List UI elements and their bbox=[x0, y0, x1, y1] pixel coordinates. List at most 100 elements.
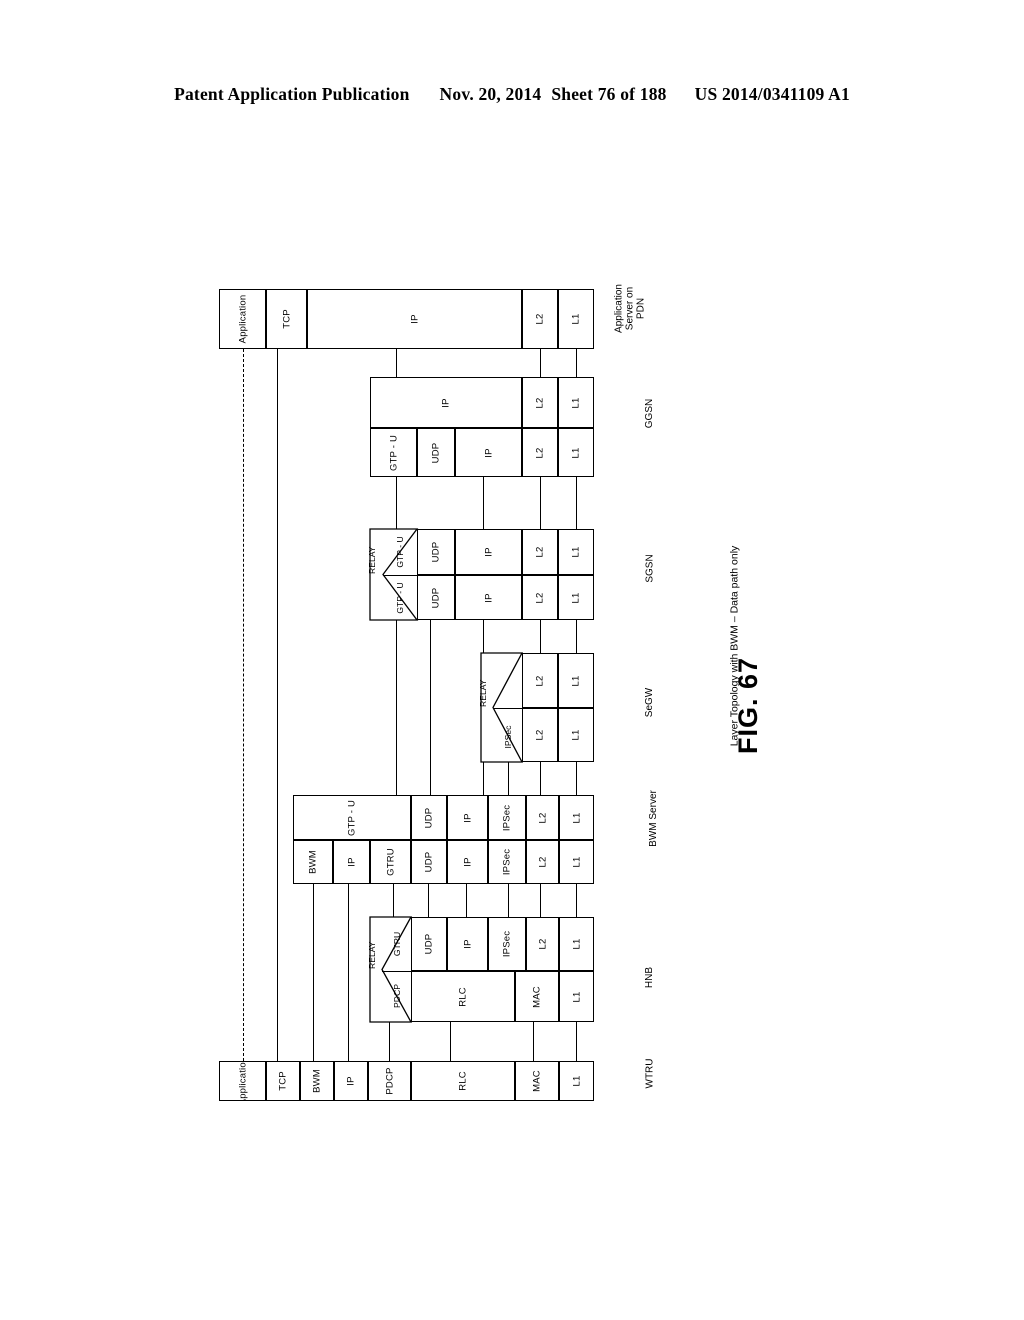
relay-sgsn-label: RELAY bbox=[367, 546, 377, 574]
cell-hnb-gtru-label: GTRU bbox=[392, 931, 402, 957]
cell-segw-l1-upper: L1 bbox=[558, 653, 594, 708]
connector-l1-hnb-wtru bbox=[576, 1022, 578, 1061]
node-label-app-server: Application Server on PDN bbox=[613, 284, 647, 333]
connector-l2-sgsn-segw bbox=[540, 620, 542, 653]
cell-bwm-l1-lower: L1 bbox=[559, 840, 594, 884]
connector-ip-appserver-ggsn bbox=[396, 349, 398, 377]
cell-hnb-rlc-lower: RLC bbox=[411, 971, 515, 1022]
cell-sgsn-udp-lower: UDP bbox=[417, 575, 455, 620]
node-label-sgsn: SGSN bbox=[644, 554, 656, 583]
cell-wtru-tcp: TCP bbox=[266, 1061, 300, 1101]
cell-bwm-l1-upper: L1 bbox=[559, 795, 594, 840]
cell-bwm-udp-upper: UDP bbox=[411, 795, 447, 840]
cell-bwm-ip-lower2: IP bbox=[447, 840, 488, 884]
cell-bwm-udp-lower: UDP bbox=[411, 840, 447, 884]
node-label-wtru: WTRU bbox=[644, 1058, 656, 1089]
connector-l2-ggsn-sgsn bbox=[540, 477, 542, 529]
cell-ggsn-ip-lower: IP bbox=[455, 428, 522, 477]
cell-sgsn-gtpu-lower-label: GTP - U bbox=[395, 582, 405, 614]
connector-gtpu-sgsn-bwm bbox=[396, 620, 398, 795]
relay-segw-label: RELAY bbox=[478, 679, 488, 707]
figure-canvas: Application TCP IP L2 L1 IP L2 L1 GTP - … bbox=[0, 0, 1024, 1320]
connector-l2-bwm-hnb bbox=[540, 884, 542, 917]
connector-ip-bwmserver-wtru bbox=[348, 884, 350, 1061]
divider-hnb-relay bbox=[382, 970, 411, 972]
cell-ggsn-l1-lower: L1 bbox=[558, 428, 594, 477]
cell-hnb-l1-lower: L1 bbox=[559, 971, 594, 1022]
cell-appserver-l1: L1 bbox=[558, 289, 594, 349]
cell-ggsn-udp: UDP bbox=[417, 428, 455, 477]
cell-bwm-gtpu-upper: GTP - U bbox=[293, 795, 411, 840]
connector-gtru-bwm-hnb bbox=[393, 884, 395, 917]
cell-wtru-mac: MAC bbox=[515, 1061, 559, 1101]
figure-number: FIG. 67 bbox=[733, 656, 764, 755]
relay-hnb-label: RELAY bbox=[367, 941, 377, 969]
cell-wtru-l1: L1 bbox=[559, 1061, 594, 1101]
connector-ipsec-bwm-hnb bbox=[508, 884, 510, 917]
cell-bwm-l2-lower: L2 bbox=[526, 840, 559, 884]
cell-ggsn-gtpu: GTP - U bbox=[370, 428, 417, 477]
connector-l1-bwm-hnb bbox=[576, 884, 578, 917]
cell-hnb-udp-upper: UDP bbox=[411, 917, 447, 971]
cell-sgsn-udp-upper: UDP bbox=[417, 529, 455, 575]
cell-ggsn-l1-upper: L1 bbox=[558, 377, 594, 428]
cell-wtru-ip: IP bbox=[334, 1061, 368, 1101]
relay-hnb: RELAY bbox=[367, 916, 413, 1023]
connector-l1-segw-bwm bbox=[576, 762, 578, 795]
cell-segw-l2-lower: L2 bbox=[522, 708, 558, 762]
cell-bwm-l2-upper: L2 bbox=[526, 795, 559, 840]
cell-segw-l1-lower: L1 bbox=[558, 708, 594, 762]
cell-bwm-ipsec-upper: IPSec bbox=[488, 795, 526, 840]
connector-l1-ggsn-sgsn bbox=[576, 477, 578, 529]
cell-hnb-l2-upper: L2 bbox=[526, 917, 559, 971]
cell-sgsn-l2-lower: L2 bbox=[522, 575, 558, 620]
connector-udp-bwm-hnb bbox=[428, 884, 430, 917]
cell-appserver-ip: IP bbox=[307, 289, 522, 349]
cell-hnb-ip-upper: IP bbox=[447, 917, 488, 971]
divider-segw-relay bbox=[493, 707, 522, 709]
cell-wtru-rlc: RLC bbox=[411, 1061, 515, 1101]
cell-bwm-gtru-lower: GTRU bbox=[370, 840, 411, 884]
connector-gtpu-ggsn-sgsn bbox=[396, 477, 398, 529]
cell-sgsn-l2-upper: L2 bbox=[522, 529, 558, 575]
connector-ipsec-segw-bwm bbox=[508, 762, 510, 795]
cell-hnb-mac-lower: MAC bbox=[515, 971, 559, 1022]
cell-sgsn-ip-upper: IP bbox=[455, 529, 522, 575]
cell-segw-ipsec-label: IPSec bbox=[503, 725, 513, 749]
cell-wtru-bwm: BWM bbox=[300, 1061, 334, 1101]
connector-rlc-hnb-wtru bbox=[450, 1022, 452, 1061]
cell-ggsn-l2-lower: L2 bbox=[522, 428, 558, 477]
connector-l2-appserver-ggsn bbox=[540, 349, 542, 377]
node-label-hnb: HNB bbox=[644, 966, 656, 989]
connector-l2-segw-bwm bbox=[540, 762, 542, 795]
cell-bwm-ip-lower1: IP bbox=[333, 840, 370, 884]
connector-l1-appserver-ggsn bbox=[576, 349, 578, 377]
cell-ggsn-l2-upper: L2 bbox=[522, 377, 558, 428]
divider-sgsn-relay bbox=[383, 574, 417, 576]
connector-bwm-bwmserver-wtru bbox=[313, 884, 315, 1061]
cell-appserver-application: Application bbox=[219, 289, 266, 349]
cell-bwm-ip-upper: IP bbox=[447, 795, 488, 840]
cell-wtru-pdcp: PDCP bbox=[368, 1061, 411, 1101]
cell-sgsn-l1-lower: L1 bbox=[558, 575, 594, 620]
connector-mac-hnb-wtru bbox=[533, 1022, 535, 1061]
node-label-ggsn: GGSN bbox=[644, 398, 656, 429]
cell-bwm-ipsec-lower: IPSec bbox=[488, 840, 526, 884]
cell-sgsn-l1-upper: L1 bbox=[558, 529, 594, 575]
cell-segw-l2-upper: L2 bbox=[522, 653, 558, 708]
cell-sgsn-gtpu-upper-label: GTP - U bbox=[395, 536, 405, 568]
cell-hnb-ipsec-upper: IPSec bbox=[488, 917, 526, 971]
cell-appserver-l2: L2 bbox=[522, 289, 558, 349]
cell-appserver-tcp: TCP bbox=[266, 289, 307, 349]
cell-hnb-pdcp-label: PDCP bbox=[392, 984, 402, 1008]
connector-tcp bbox=[277, 349, 279, 1061]
cell-wtru-application: Application bbox=[219, 1061, 266, 1101]
connector-l1-sgsn-segw bbox=[576, 620, 578, 653]
cell-ggsn-ip-upper: IP bbox=[370, 377, 522, 428]
connector-pdcp-hnb-wtru bbox=[389, 1022, 391, 1061]
connector-ip2-bwm-hnb bbox=[466, 884, 468, 917]
cell-hnb-l1-upper: L1 bbox=[559, 917, 594, 971]
connector-udp-sgsn-bwm bbox=[430, 620, 432, 795]
cell-bwm-bwm-lower: BWM bbox=[293, 840, 333, 884]
connector-ip-ggsn-sgsn bbox=[483, 477, 485, 529]
